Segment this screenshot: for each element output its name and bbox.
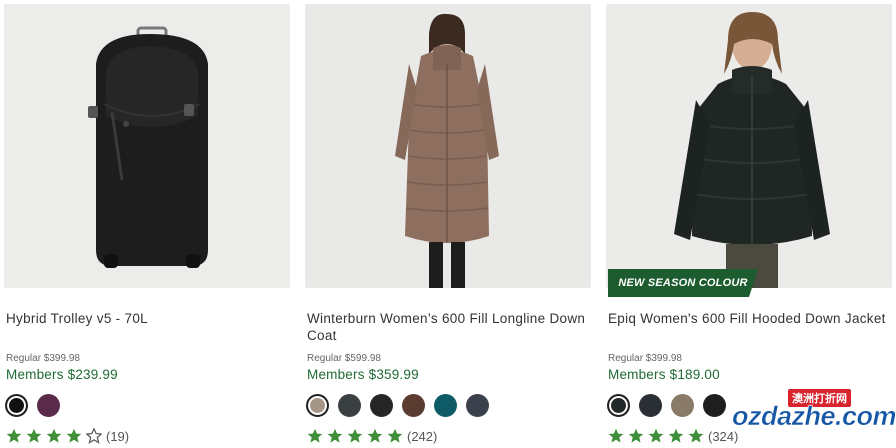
color-swatch[interactable]	[370, 394, 393, 417]
color-swatch[interactable]	[37, 394, 60, 417]
color-swatch[interactable]	[5, 394, 28, 417]
star-filled-icon	[327, 428, 343, 443]
members-price: Members $359.99	[307, 367, 419, 382]
star-filled-icon	[387, 428, 403, 443]
color-swatch[interactable]	[703, 394, 726, 417]
star-filled-icon	[648, 428, 664, 443]
product-card[interactable]: Winterburn Women’s 600 Fill Longline Dow…	[305, 4, 591, 445]
color-swatch[interactable]	[402, 394, 425, 417]
star-filled-icon	[26, 428, 42, 443]
product-name[interactable]: Winterburn Women’s 600 Fill Longline Dow…	[307, 310, 587, 344]
regular-price: Regular $399.98	[6, 353, 80, 364]
regular-price: Regular $599.98	[307, 353, 381, 364]
new-season-badge: NEW SEASON COLOUR	[608, 269, 758, 297]
watermark-main-text: ozdazhe.com	[732, 401, 896, 432]
color-swatch[interactable]	[434, 394, 457, 417]
product-card[interactable]: NEW SEASON COLOUR Epiq Women's 600 Fill …	[606, 4, 892, 445]
star-filled-icon	[688, 428, 704, 443]
color-swatch[interactable]	[306, 394, 329, 417]
color-swatch[interactable]	[607, 394, 630, 417]
star-filled-icon	[367, 428, 383, 443]
star-filled-icon	[66, 428, 82, 443]
color-swatch[interactable]	[639, 394, 662, 417]
regular-price: Regular $399.98	[608, 353, 682, 364]
review-count[interactable]: (242)	[407, 429, 437, 444]
star-filled-icon	[608, 428, 624, 443]
review-count[interactable]: (19)	[106, 429, 129, 444]
product-name[interactable]: Epiq Women's 600 Fill Hooded Down Jacket	[608, 310, 888, 327]
star-filled-icon	[628, 428, 644, 443]
members-price: Members $189.00	[608, 367, 720, 382]
star-empty-icon	[86, 428, 102, 444]
product-image[interactable]	[606, 4, 892, 288]
color-swatch[interactable]	[466, 394, 489, 417]
product-grid: Hybrid Trolley v5 - 70L Regular $399.98 …	[0, 0, 896, 445]
star-filled-icon	[6, 428, 22, 443]
star-filled-icon	[668, 428, 684, 443]
product-image[interactable]	[4, 4, 290, 288]
star-filled-icon	[347, 428, 363, 443]
product-name[interactable]: Hybrid Trolley v5 - 70L	[6, 310, 286, 327]
product-image[interactable]	[305, 4, 591, 288]
product-card[interactable]: Hybrid Trolley v5 - 70L Regular $399.98 …	[4, 4, 290, 445]
star-filled-icon	[46, 428, 62, 443]
star-filled-icon	[307, 428, 323, 443]
color-swatch[interactable]	[671, 394, 694, 417]
color-swatch[interactable]	[338, 394, 361, 417]
members-price: Members $239.99	[6, 367, 118, 382]
watermark-logo: 澳洲打折网 ozdazhe.com	[732, 387, 896, 439]
